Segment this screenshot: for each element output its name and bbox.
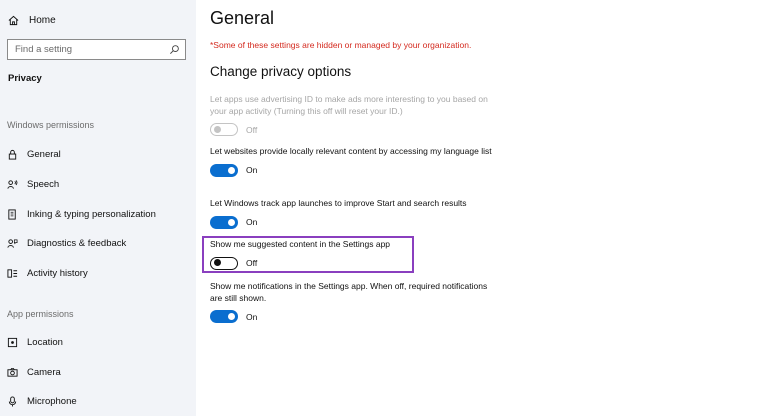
- sidebar-home[interactable]: Home: [0, 10, 196, 30]
- sidebar-home-label: Home: [29, 14, 56, 26]
- location-icon: [7, 337, 18, 348]
- toggle-state-label: On: [246, 165, 258, 175]
- windows-permissions-header: Windows permissions: [7, 120, 95, 130]
- sidebar-item-label: General: [27, 148, 61, 160]
- sidebar-item-general[interactable]: General: [0, 144, 196, 164]
- toggle-knob: [228, 166, 235, 174]
- inking-icon: [7, 208, 18, 220]
- setting-settings-notifications: Show me notifications in the Settings ap…: [210, 281, 500, 323]
- setting-description: Let Windows track app launches to improv…: [210, 198, 467, 208]
- highlight-box: [202, 236, 414, 273]
- sidebar-item-label: Camera: [27, 366, 61, 378]
- sidebar-item-label: Microphone: [27, 395, 77, 407]
- search-input[interactable]: [15, 44, 165, 55]
- camera-icon: [7, 367, 18, 378]
- settings-notifications-toggle[interactable]: [210, 310, 238, 323]
- toggle-state-label: On: [246, 311, 258, 322]
- setting-language-list: Let websites provide locally relevant co…: [210, 146, 500, 177]
- setting-description: Let apps use advertising ID to make ads …: [210, 94, 488, 116]
- sidebar-item-label: Speech: [27, 178, 60, 190]
- sidebar-item-label: Activity history: [27, 267, 88, 279]
- lock-icon: [7, 149, 18, 160]
- toggle-state-label: Off: [246, 124, 258, 135]
- page-title: General: [210, 8, 275, 28]
- search-icon[interactable]: [169, 44, 180, 55]
- search-box[interactable]: [7, 39, 186, 60]
- toggle-knob: [228, 313, 235, 320]
- activity-icon: [7, 268, 18, 279]
- advertising-id-toggle: [210, 123, 238, 136]
- setting-description: Let websites provide locally relevant co…: [210, 146, 492, 156]
- sidebar-item-inking[interactable]: Inking & typing personalization: [0, 204, 196, 224]
- sidebar-item-microphone[interactable]: Microphone: [0, 391, 196, 411]
- sidebar-item-speech[interactable]: Speech: [0, 174, 196, 194]
- feedback-icon: [7, 238, 18, 249]
- main-content: General *Some of these settings are hidd…: [196, 0, 768, 416]
- setting-track-app-launches: Let Windows track app launches to improv…: [210, 198, 500, 229]
- sidebar-item-label: Diagnostics & feedback: [27, 237, 127, 249]
- track-app-launches-toggle[interactable]: [210, 215, 238, 229]
- app-permissions-header: App permissions: [7, 309, 74, 319]
- section-title: Change privacy options: [210, 64, 352, 79]
- home-icon: [8, 15, 19, 26]
- toggle-knob: [228, 218, 235, 226]
- sidebar-item-diagnostics[interactable]: Diagnostics & feedback: [0, 233, 196, 253]
- sidebar-item-location[interactable]: Location: [0, 332, 196, 352]
- managed-by-organization-note: *Some of these settings are hidden or ma…: [210, 40, 472, 50]
- setting-description: Show me notifications in the Settings ap…: [210, 281, 488, 303]
- toggle-state-label: On: [246, 217, 258, 227]
- setting-advertising-id: Let apps use advertising ID to make ads …: [210, 94, 500, 136]
- sidebar-item-label: Inking & typing personalization: [27, 208, 156, 220]
- sidebar-item-label: Location: [27, 336, 63, 348]
- speech-icon: [7, 179, 18, 190]
- current-section-title: Privacy: [8, 73, 42, 84]
- sidebar-item-activity-history[interactable]: Activity history: [0, 263, 196, 283]
- sidebar: Home Privacy Windows permissions General…: [0, 0, 196, 416]
- toggle-knob: [214, 125, 221, 133]
- microphone-icon: [7, 395, 18, 407]
- sidebar-item-camera[interactable]: Camera: [0, 362, 196, 382]
- language-list-toggle[interactable]: [210, 163, 238, 177]
